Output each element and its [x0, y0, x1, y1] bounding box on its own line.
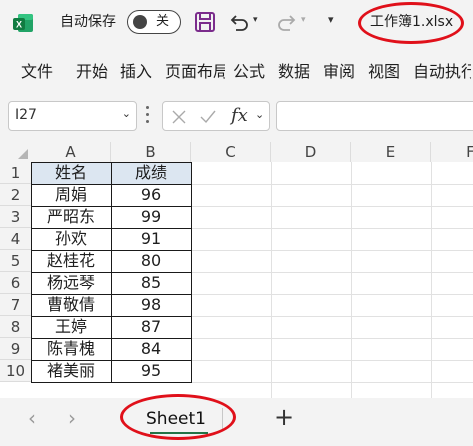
cell-a6[interactable]: 杨远琴 — [31, 272, 111, 294]
autosave-label: 自动保存 — [60, 14, 116, 30]
ribbon-tabs: 文件 开始 插入 页面布局 公式 数据 审阅 视图 自动执行 — [0, 52, 473, 92]
cell-b6[interactable]: 85 — [111, 272, 191, 294]
tab-insert[interactable]: 插入 — [120, 62, 152, 82]
undo-icon[interactable] — [228, 11, 250, 33]
autosave-toggle[interactable]: 关 — [127, 10, 181, 34]
tab-file[interactable]: 文件 — [21, 62, 53, 82]
undo-dropdown-icon[interactable]: ▾ — [253, 15, 258, 25]
cell-b1[interactable]: 成绩 — [111, 162, 191, 184]
cell-a7[interactable]: 曹敬倩 — [31, 294, 111, 316]
insert-function-button[interactable]: fx — [231, 105, 248, 126]
title-bar: X 自动保存 关 ▾ ▾ ▾ 工作簿1.xlsx — [0, 0, 473, 46]
formula-bar: I27 ⌄ fx ⌄ — [0, 96, 473, 140]
redo-icon[interactable] — [276, 11, 298, 33]
chevron-down-icon[interactable]: ⌄ — [122, 107, 131, 120]
add-sheet-button[interactable]: + — [274, 403, 294, 431]
tab-automate[interactable]: 自动执行 — [413, 62, 471, 82]
cell-b10[interactable]: 95 — [111, 360, 191, 382]
enter-icon[interactable] — [199, 109, 217, 125]
prev-sheet-button[interactable]: ‹ — [28, 406, 36, 430]
name-box[interactable]: I27 ⌄ — [8, 101, 137, 131]
cell-b2[interactable]: 96 — [111, 184, 191, 206]
tab-data[interactable]: 数据 — [278, 62, 310, 82]
tab-home[interactable]: 开始 — [76, 62, 108, 82]
cell-b8[interactable]: 87 — [111, 316, 191, 338]
file-title: 工作簿1.xlsx — [370, 14, 454, 30]
toggle-knob — [133, 15, 147, 29]
save-icon[interactable] — [194, 11, 216, 33]
tab-divider — [222, 408, 223, 430]
next-sheet-button[interactable]: › — [68, 406, 76, 430]
tab-formulas[interactable]: 公式 — [233, 62, 265, 82]
formula-input[interactable] — [276, 101, 473, 131]
cell-a3[interactable]: 严昭东 — [31, 206, 111, 228]
autosave-state: 关 — [156, 14, 170, 29]
redo-dropdown-icon[interactable]: ▾ — [301, 15, 306, 25]
formula-buttons: fx ⌄ — [162, 101, 270, 131]
active-sheet-indicator — [150, 432, 208, 434]
cell-a10[interactable]: 褚美丽 — [31, 360, 111, 382]
cell-a9[interactable]: 陈青槐 — [31, 338, 111, 360]
cell-b3[interactable]: 99 — [111, 206, 191, 228]
cell-b4[interactable]: 91 — [111, 228, 191, 250]
cell-b5[interactable]: 80 — [111, 250, 191, 272]
cell-b9[interactable]: 84 — [111, 338, 191, 360]
sheet-tab-sheet1[interactable]: Sheet1 — [140, 402, 212, 436]
tab-page-layout[interactable]: 页面布局 — [165, 62, 225, 82]
sheet-tab-bar: ‹ › Sheet1 + — [0, 398, 473, 446]
cancel-icon[interactable] — [171, 109, 187, 125]
cell-a1[interactable]: 姓名 — [31, 162, 111, 184]
cell-b7[interactable]: 98 — [111, 294, 191, 316]
tab-view[interactable]: 视图 — [368, 62, 400, 82]
name-box-value: I27 — [15, 107, 37, 123]
cell-a4[interactable]: 孙欢 — [31, 228, 111, 250]
cell-a8[interactable]: 王婷 — [31, 316, 111, 338]
chevron-down-icon[interactable]: ⌄ — [255, 108, 264, 121]
formula-bar-grip-icon[interactable] — [146, 106, 150, 126]
customize-toolbar-icon[interactable]: ▾ — [328, 13, 334, 26]
tab-review[interactable]: 审阅 — [323, 62, 355, 82]
cell-a2[interactable]: 周娟 — [31, 184, 111, 206]
worksheet-grid[interactable]: A B C D E F 1 2 3 4 5 6 7 8 9 10 姓名 成绩 周… — [0, 142, 473, 398]
cell-a5[interactable]: 赵桂花 — [31, 250, 111, 272]
excel-logo-icon: X — [13, 14, 33, 32]
svg-text:X: X — [16, 20, 22, 30]
